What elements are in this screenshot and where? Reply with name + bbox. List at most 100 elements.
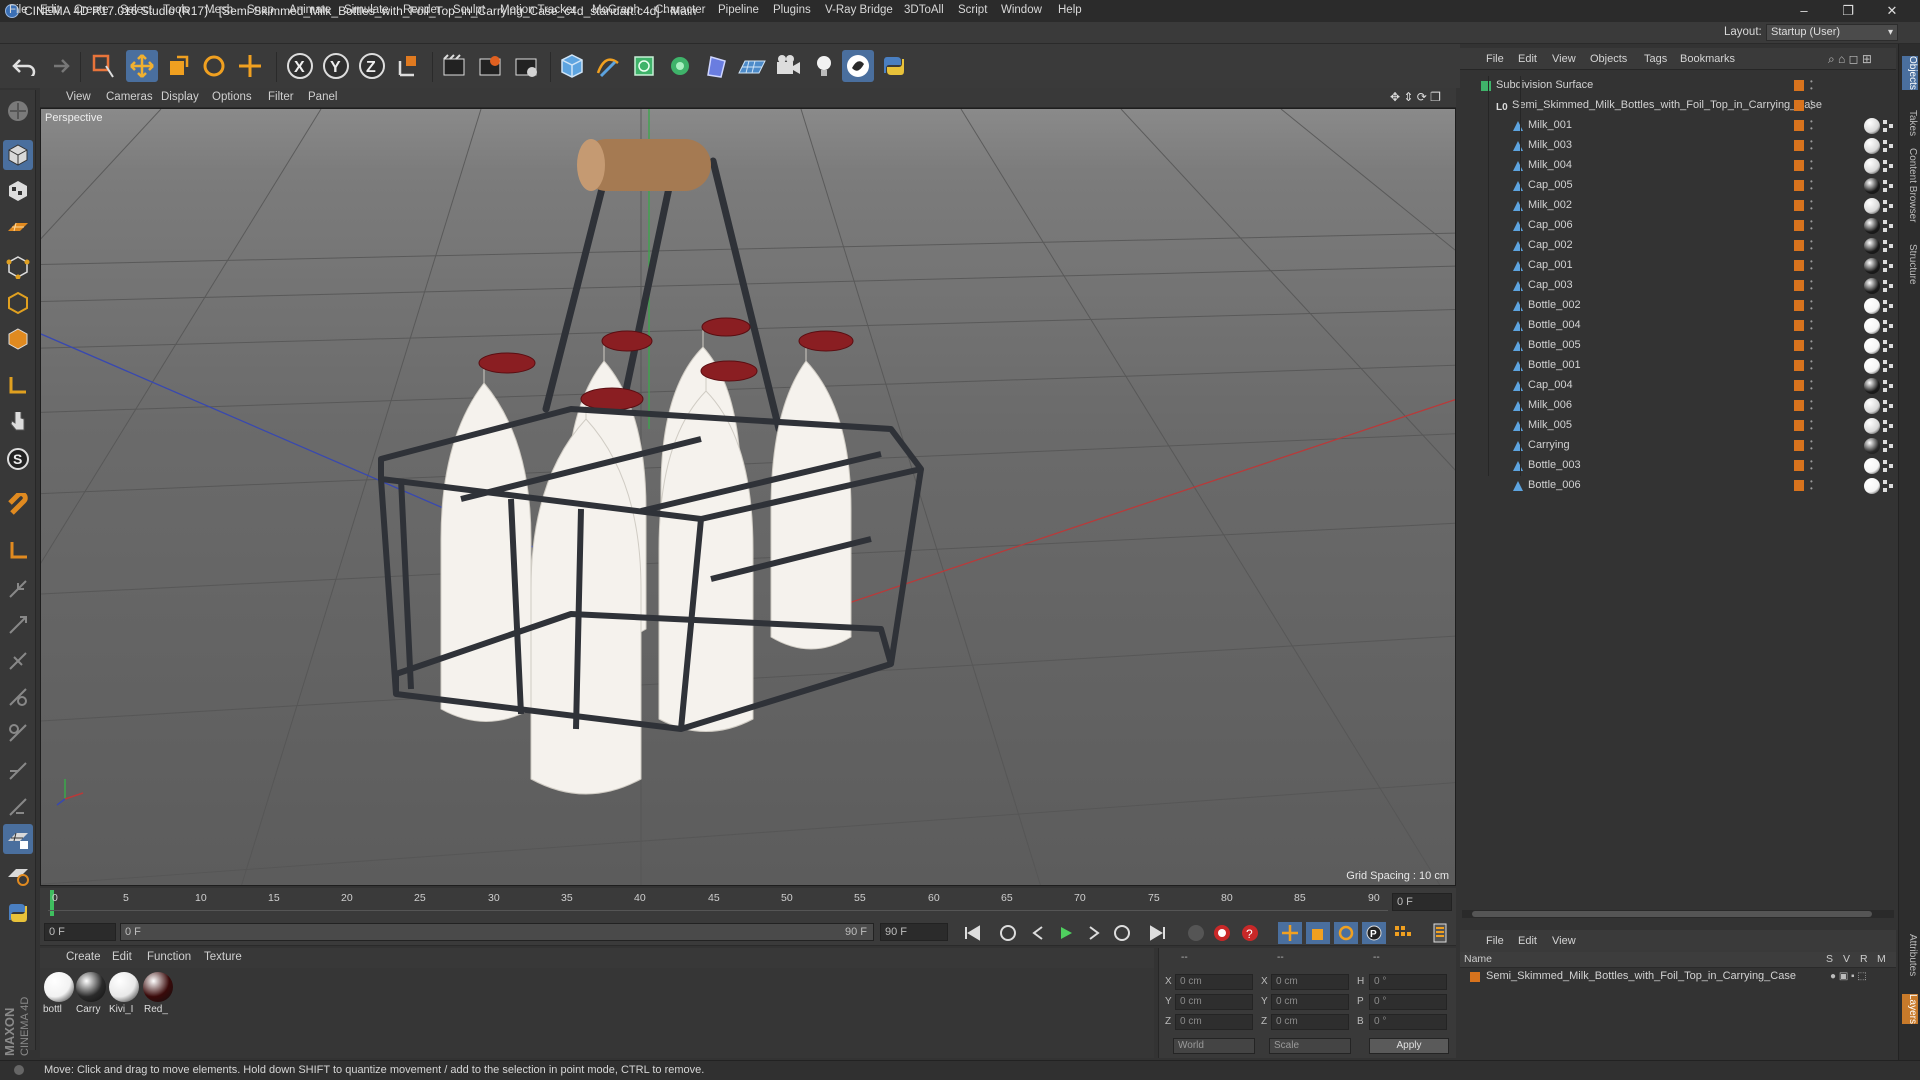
visibility-toggle-icon[interactable]: • •	[1810, 178, 1813, 193]
scale-track-icon[interactable]	[1306, 922, 1330, 944]
layer-color-icon[interactable]	[1794, 260, 1804, 271]
object-tree-row[interactable]: Cap_001 • •	[1460, 256, 1896, 276]
visibility-toggle-icon[interactable]: • •	[1810, 318, 1813, 333]
menu-simulate[interactable]: Simulate	[344, 4, 389, 16]
object-menu-view[interactable]: View	[1552, 53, 1576, 65]
visibility-toggle-icon[interactable]: • •	[1810, 398, 1813, 413]
object-name[interactable]: Milk_005	[1528, 419, 1572, 431]
texture-tag-icon[interactable]	[1882, 279, 1894, 293]
material-tag-icon[interactable]	[1864, 438, 1880, 454]
viewport-menu-view[interactable]: View	[66, 91, 91, 103]
object-tree-row[interactable]: Bottle_004 • •	[1460, 316, 1896, 336]
record-active-objects-icon[interactable]	[1184, 922, 1208, 944]
cloner-icon[interactable]	[664, 50, 696, 82]
texture-mode-icon[interactable]	[3, 176, 33, 206]
object-name[interactable]: Subdivision Surface	[1496, 79, 1593, 91]
previous-key-icon[interactable]	[996, 922, 1020, 944]
material-menu-texture[interactable]: Texture	[204, 951, 242, 963]
material-tag-icon[interactable]	[1864, 338, 1880, 354]
axis-mode-icon[interactable]	[3, 370, 33, 400]
texture-tag-icon[interactable]	[1882, 179, 1894, 193]
material-swatch[interactable]	[76, 972, 106, 1002]
solo-mode-icon[interactable]: S	[3, 444, 33, 474]
go-to-end-icon[interactable]	[1146, 922, 1170, 944]
size-y-field[interactable]: 0 cm	[1271, 994, 1349, 1010]
rotation-b-field[interactable]: 0 °	[1369, 1014, 1447, 1030]
visibility-toggle-icon[interactable]: • •	[1810, 158, 1813, 173]
tab-layers[interactable]: Layers	[1902, 994, 1918, 1025]
light-icon[interactable]	[808, 50, 840, 82]
tweak-mode-icon[interactable]	[3, 406, 33, 436]
object-tree-row[interactable]: Milk_006 • •	[1460, 396, 1896, 416]
y-axis-lock-icon[interactable]: Y	[320, 50, 352, 82]
object-menu-edit[interactable]: Edit	[1518, 53, 1537, 65]
coordinate-system-icon[interactable]	[392, 50, 424, 82]
object-tree-group[interactable]: Subdivision Surface • •	[1460, 76, 1896, 96]
layer-color-icon[interactable]	[1794, 180, 1804, 191]
material-swatch[interactable]	[44, 972, 74, 1002]
previous-frame-icon[interactable]	[1026, 922, 1050, 944]
object-tree-row[interactable]: Milk_003 • •	[1460, 136, 1896, 156]
layer-color-icon[interactable]	[1794, 120, 1804, 131]
object-menu-bookmarks[interactable]: Bookmarks	[1680, 53, 1735, 65]
object-name[interactable]: Cap_002	[1528, 239, 1573, 251]
polygons-mode-icon[interactable]	[3, 324, 33, 354]
autokeying-icon[interactable]	[1210, 922, 1234, 944]
texture-tag-icon[interactable]	[1882, 119, 1894, 133]
position-track-icon[interactable]	[1278, 922, 1302, 944]
texture-tag-icon[interactable]	[1882, 299, 1894, 313]
object-name[interactable]: Cap_004	[1528, 379, 1573, 391]
layer-color-icon[interactable]	[1794, 340, 1804, 351]
live-selection-icon[interactable]	[88, 50, 120, 82]
tab-structure[interactable]: Structure	[1902, 244, 1918, 285]
material-tag-icon[interactable]	[1864, 258, 1880, 274]
current-frame-field[interactable]: 0 F	[1392, 893, 1452, 911]
render-picture-viewer-icon[interactable]	[474, 50, 506, 82]
layer-color-icon[interactable]	[1794, 380, 1804, 391]
material-tag-icon[interactable]	[1864, 398, 1880, 414]
menu-edit[interactable]: Edit	[40, 4, 60, 16]
visibility-toggle-icon[interactable]: • •	[1810, 458, 1813, 473]
position-y-field[interactable]: 0 cm	[1175, 994, 1253, 1010]
object-tree-row[interactable]: Cap_003 • •	[1460, 276, 1896, 296]
layer-color-icon[interactable]	[1794, 140, 1804, 151]
layer-toggle-icons[interactable]: ● ▣ ▪ ⬚	[1830, 971, 1867, 982]
material-menu-edit[interactable]: Edit	[112, 951, 132, 963]
object-name[interactable]: Milk_006	[1528, 399, 1572, 411]
visibility-toggle-icon[interactable]: • •	[1810, 338, 1813, 353]
texture-tag-icon[interactable]	[1882, 459, 1894, 473]
visibility-toggle-icon[interactable]: • •	[1810, 418, 1813, 433]
object-tree-row[interactable]: Cap_002 • •	[1460, 236, 1896, 256]
floor-grid-icon[interactable]	[3, 860, 33, 890]
tab-takes[interactable]: Takes	[1902, 110, 1918, 136]
layer-name[interactable]: Semi_Skimmed_Milk_Bottles_with_Foil_Top_…	[1486, 970, 1796, 982]
texture-tag-icon[interactable]	[1882, 199, 1894, 213]
object-tree-row[interactable]: Cap_004 • •	[1460, 376, 1896, 396]
texture-tag-icon[interactable]	[1882, 219, 1894, 233]
tab-objects[interactable]: Objects	[1902, 56, 1918, 90]
visibility-toggle-icon[interactable]: • •	[1810, 198, 1813, 213]
texture-tag-icon[interactable]	[1882, 139, 1894, 153]
material-tag-icon[interactable]	[1864, 278, 1880, 294]
object-horizontal-scrollbar[interactable]	[1462, 910, 1894, 918]
material-tag-icon[interactable]	[1864, 318, 1880, 334]
object-name[interactable]: Semi_Skimmed_Milk_Bottles_with_Foil_Top_…	[1512, 99, 1822, 111]
material-swatch[interactable]	[143, 972, 173, 1002]
visibility-toggle-icon[interactable]: • •	[1810, 138, 1813, 153]
model-mode-icon[interactable]	[3, 140, 33, 170]
object-name[interactable]: Bottle_003	[1528, 459, 1581, 471]
material-tag-icon[interactable]	[1864, 238, 1880, 254]
object-menu-objects[interactable]: Objects	[1590, 53, 1627, 65]
play-forward-icon[interactable]	[1054, 922, 1078, 944]
visibility-toggle-icon[interactable]: • •	[1810, 438, 1813, 453]
object-name[interactable]: Cap_006	[1528, 219, 1573, 231]
layer-color-icon[interactable]	[1794, 400, 1804, 411]
viewport-menu-cameras[interactable]: Cameras	[106, 91, 153, 103]
visibility-toggle-icon[interactable]: • •	[1810, 218, 1813, 233]
material-tag-icon[interactable]	[1864, 478, 1880, 494]
menu-tools[interactable]: Tools	[163, 4, 190, 16]
object-name[interactable]: Cap_005	[1528, 179, 1573, 191]
texture-tag-icon[interactable]	[1882, 399, 1894, 413]
camera-icon[interactable]	[772, 50, 804, 82]
material-tag-icon[interactable]	[1864, 458, 1880, 474]
